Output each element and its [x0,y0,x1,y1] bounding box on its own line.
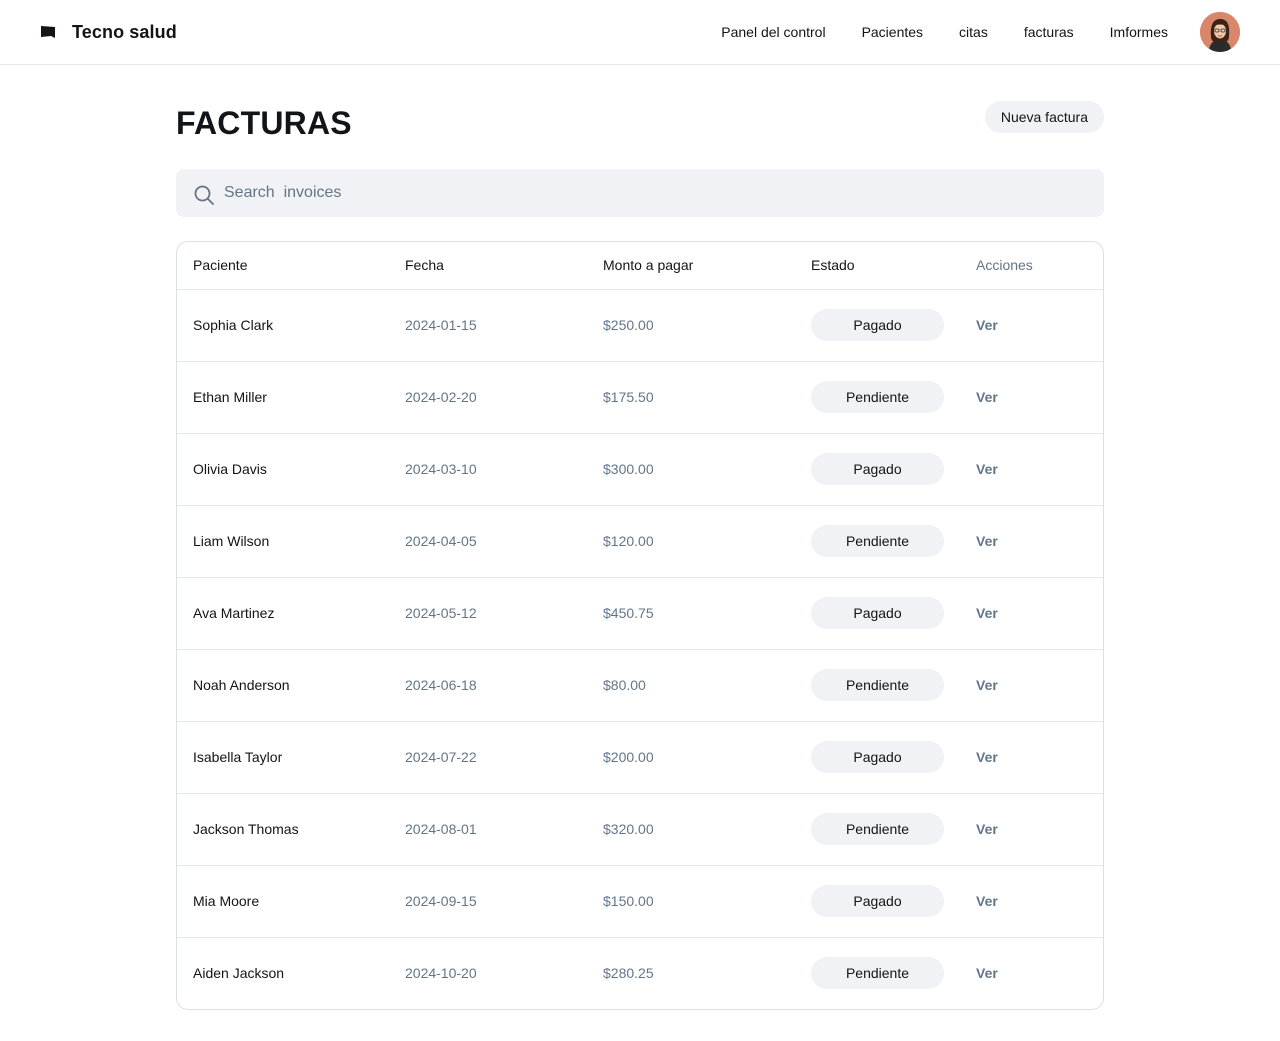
view-invoice-link[interactable]: Ver [976,389,998,405]
view-invoice-link[interactable]: Ver [976,461,998,477]
main-nav: Panel del control Pacientes citas factur… [721,12,1240,52]
view-invoice-link[interactable]: Ver [976,821,998,837]
search-icon [194,185,214,205]
status-badge: Pagado [811,597,944,629]
brand-flag-icon [41,26,55,38]
invoice-amount: $150.00 [587,864,795,937]
nav-item-dashboard[interactable]: Panel del control [721,24,825,40]
table-header-row: Paciente Fecha Monto a pagar Estado Acci… [177,242,1103,289]
table-row: Jackson Thomas 2024-08-01 $320.00 Pendie… [177,792,1103,865]
status-badge: Pendiente [811,525,944,557]
top-navbar: Tecno salud Panel del control Pacientes … [0,0,1280,65]
status-badge: Pendiente [811,669,944,701]
invoice-amount: $250.00 [587,288,795,361]
user-avatar[interactable] [1200,12,1240,52]
nav-item-reports[interactable]: Imformes [1110,24,1168,40]
column-header-date: Fecha [405,257,444,274]
status-badge: Pagado [811,885,944,917]
invoice-amount: $200.00 [587,720,795,793]
view-invoice-link[interactable]: Ver [976,749,998,765]
invoices-table-container: Paciente Fecha Monto a pagar Estado Acci… [176,241,1104,1010]
table-row: Ethan Miller 2024-02-20 $175.50 Pendient… [177,360,1103,433]
invoice-date: 2024-10-20 [389,936,587,1009]
invoice-date: 2024-09-15 [389,864,587,937]
table-row: Aiden Jackson 2024-10-20 $280.25 Pendien… [177,936,1103,1009]
invoice-amount: $280.25 [587,936,795,1009]
invoice-amount: $450.75 [587,576,795,649]
table-row: Isabella Taylor 2024-07-22 $200.00 Pagad… [177,720,1103,793]
table-row: Mia Moore 2024-09-15 $150.00 Pagado Ver [177,864,1103,937]
patient-name: Liam Wilson [177,504,389,577]
search-bar[interactable] [176,169,1104,217]
status-badge: Pendiente [811,957,944,990]
invoice-date: 2024-01-15 [389,288,587,361]
nav-item-invoices[interactable]: facturas [1024,24,1074,40]
view-invoice-link[interactable]: Ver [976,605,998,621]
status-badge: Pagado [811,453,944,485]
table-row: Noah Anderson 2024-06-18 $80.00 Pendient… [177,648,1103,721]
table-row: Sophia Clark 2024-01-15 $250.00 Pagado V… [177,288,1103,361]
patient-name: Olivia Davis [177,432,389,505]
view-invoice-link[interactable]: Ver [976,677,998,693]
invoices-table-body: Sophia Clark 2024-01-15 $250.00 Pagado V… [177,288,1103,1009]
invoice-date: 2024-03-10 [389,432,587,505]
patient-name: Isabella Taylor [177,720,389,793]
patient-name: Ethan Miller [177,360,389,433]
status-badge: Pagado [811,309,944,341]
invoice-date: 2024-02-20 [389,360,587,433]
invoices-page: FACTURAS Nueva factura Paciente Fecha Mo… [176,65,1104,1010]
status-badge: Pagado [811,741,944,773]
view-invoice-link[interactable]: Ver [976,533,998,549]
nav-item-patients[interactable]: Pacientes [862,24,923,40]
view-invoice-link[interactable]: Ver [976,317,998,333]
patient-name: Ava Martinez [177,576,389,649]
patient-name: Aiden Jackson [177,936,389,1009]
search-input[interactable] [224,169,1104,217]
new-invoice-button[interactable]: Nueva factura [984,101,1104,133]
patient-name: Jackson Thomas [177,792,389,865]
avatar-portrait-icon [1200,12,1240,52]
invoice-amount: $175.50 [587,360,795,433]
table-row: Liam Wilson 2024-04-05 $120.00 Pendiente… [177,504,1103,577]
brand[interactable]: Tecno salud [40,22,177,43]
patient-name: Sophia Clark [177,288,389,361]
status-badge: Pendiente [811,813,944,845]
table-row: Olivia Davis 2024-03-10 $300.00 Pagado V… [177,432,1103,505]
brand-name: Tecno salud [72,21,177,42]
column-header-amount: Monto a pagar [603,257,694,274]
column-header-patient: Paciente [193,257,248,274]
invoice-amount: $320.00 [587,792,795,865]
invoice-date: 2024-07-22 [389,720,587,793]
invoice-date: 2024-04-05 [389,504,587,577]
invoices-table: Paciente Fecha Monto a pagar Estado Acci… [177,242,1103,1009]
nav-item-appointments[interactable]: citas [959,24,988,40]
page-header: FACTURAS Nueva factura [176,101,1104,169]
page-title: FACTURAS [176,105,352,141]
invoice-date: 2024-06-18 [389,648,587,721]
invoice-date: 2024-05-12 [389,576,587,649]
invoice-amount: $120.00 [587,504,795,577]
column-header-actions: Acciones [976,257,1033,274]
patient-name: Noah Anderson [177,648,389,721]
invoice-date: 2024-08-01 [389,792,587,865]
view-invoice-link[interactable]: Ver [976,965,998,981]
patient-name: Mia Moore [177,864,389,937]
invoice-amount: $80.00 [587,648,795,721]
status-badge: Pendiente [811,381,944,413]
column-header-status: Estado [811,257,855,274]
view-invoice-link[interactable]: Ver [976,893,998,909]
invoice-amount: $300.00 [587,432,795,505]
table-row: Ava Martinez 2024-05-12 $450.75 Pagado V… [177,576,1103,649]
